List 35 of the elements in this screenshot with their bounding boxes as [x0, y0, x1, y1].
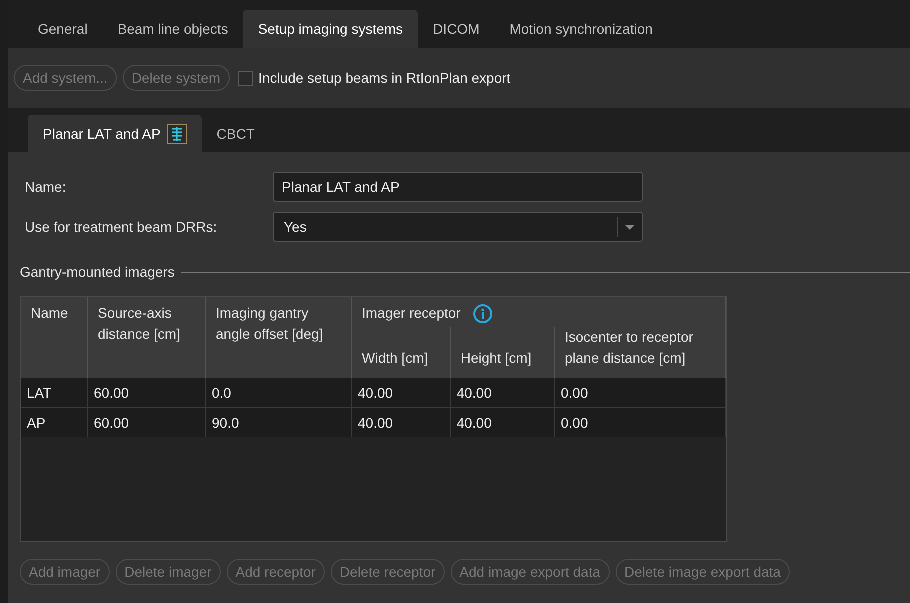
- caret-icon: [625, 224, 635, 230]
- column-group-header: Imager receptor: [362, 304, 461, 323]
- field-label: Name:: [24, 179, 68, 195]
- table-cell: 60.00: [88, 378, 206, 408]
- table-cell: LAT: [21, 378, 88, 408]
- column-header: Isocenter to receptor plane distance [cm]: [554, 327, 726, 378]
- dropdown[interactable]: Yes: [273, 212, 643, 242]
- checkbox[interactable]: [238, 70, 253, 86]
- group-title: Gantry-mounted imagers: [20, 264, 175, 280]
- table-cell: 0.0: [206, 378, 352, 408]
- table-cell: 40.00: [450, 378, 554, 408]
- column-header: Width [cm]: [352, 327, 450, 378]
- table-cell: 40.00: [450, 408, 554, 437]
- tab[interactable]: DICOM: [418, 10, 495, 48]
- info-icon[interactable]: [472, 304, 493, 324]
- column-header: Imaging gantry angle offset [deg]: [206, 297, 352, 378]
- tab[interactable]: Planar LAT and AP: [28, 115, 202, 152]
- tab[interactable]: Setup imaging systems: [243, 10, 418, 48]
- table-cell: 40.00: [352, 378, 450, 408]
- tab[interactable]: Motion synchronization: [494, 10, 668, 48]
- tab[interactable]: CBCT: [202, 115, 270, 152]
- column-header: Height [cm]: [450, 327, 554, 378]
- table-cell: 60.00: [88, 408, 206, 437]
- field-label: Use for treatment beam DRRs:: [24, 219, 218, 235]
- table-cell: 90.0: [206, 408, 352, 437]
- table-cell: 40.00: [352, 408, 450, 437]
- tab[interactable]: General: [23, 10, 103, 48]
- checkbox-label: Include setup beams in RtIonPlan export: [258, 70, 511, 86]
- column-header: Name: [21, 297, 88, 378]
- table-cell: AP: [21, 408, 88, 437]
- table-cell: 0.00: [554, 408, 726, 437]
- table-cell: 0.00: [554, 378, 726, 408]
- tab[interactable]: Beam line objects: [102, 10, 244, 48]
- column-header: Source-axis distance [cm]: [88, 297, 206, 378]
- name-field[interactable]: Planar LAT and AP: [273, 172, 643, 202]
